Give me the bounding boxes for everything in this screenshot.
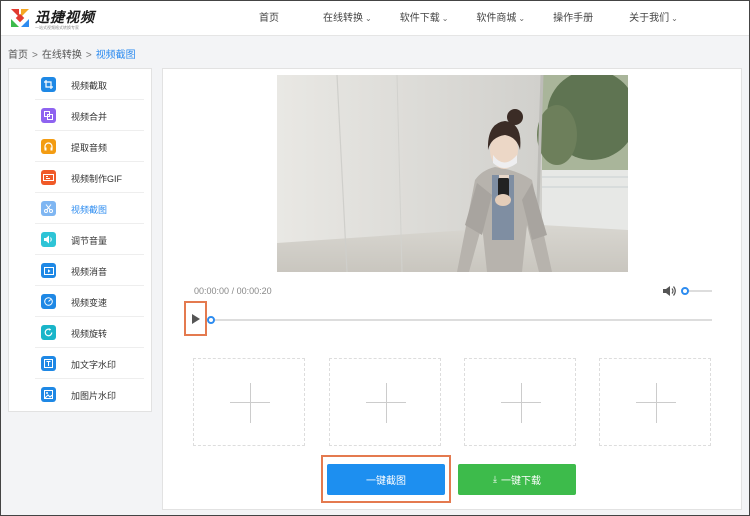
scissors-icon	[41, 201, 56, 216]
screenshot-slot[interactable]	[329, 358, 441, 446]
seek-bar[interactable]	[211, 319, 712, 321]
sidebar-item-label: 提取音频	[71, 143, 108, 153]
sidebar-item-video-trim[interactable]: 视频截取	[9, 69, 152, 100]
nav-item-about[interactable]: 关于我们 ⌄	[629, 1, 678, 36]
volume-icon	[41, 232, 56, 247]
gif-icon	[41, 170, 56, 185]
nav-label: 软件商城	[476, 13, 517, 24]
breadcrumb-home[interactable]: 首页	[8, 50, 28, 61]
sidebar-item-make-gif[interactable]: 视频制作GIF	[9, 162, 152, 193]
sidebar-item-mute-video[interactable]: 视频消音	[9, 255, 152, 286]
brand-name: 迅捷视频	[35, 9, 95, 25]
sidebar-item-label: 调节音量	[71, 236, 108, 246]
nav-label: 操作手册	[553, 13, 594, 24]
sidebar-item-video-merge[interactable]: 视频合并	[9, 100, 152, 131]
play-icon[interactable]	[192, 314, 200, 324]
breadcrumb-current: 视频截图	[95, 50, 136, 61]
sidebar-item-label: 视频截取	[71, 81, 108, 91]
image-watermark-icon	[41, 387, 56, 402]
sidebar-item-label: 视频变速	[71, 298, 108, 308]
nav-item-software-download[interactable]: 软件下载 ⌄	[400, 1, 449, 36]
breadcrumb-separator: >	[32, 50, 38, 61]
sidebar-item-label: 视频消音	[71, 267, 108, 277]
brand-logo[interactable]: 迅捷视频 一站式视频格式转换专家	[9, 5, 129, 33]
sidebar-item-label: 视频旋转	[71, 329, 108, 339]
sidebar-item-adjust-volume[interactable]: 调节音量	[9, 224, 152, 255]
capture-button-label: 一键截图	[366, 476, 406, 487]
tool-sidebar: 视频截取 视频合并 提取音频 视频制作GIF 视频截图 调节音量 视频消音 视频…	[8, 68, 152, 412]
sidebar-item-text-watermark[interactable]: 加文字水印	[9, 348, 152, 379]
download-button-label: 一键下载	[500, 476, 541, 487]
time-separator: /	[231, 286, 235, 296]
nav-item-manual[interactable]: 操作手册	[553, 1, 593, 36]
sidebar-item-video-screenshot[interactable]: 视频截图	[9, 193, 152, 224]
screenshot-slot[interactable]	[599, 358, 711, 446]
playback-time: 00:00:00 / 00:00:20	[194, 286, 272, 296]
nav-label: 在线转换	[323, 13, 363, 24]
seek-handle[interactable]	[207, 316, 215, 324]
chevron-down-icon: ⌄	[518, 14, 526, 23]
top-nav-bar: 迅捷视频 一站式视频格式转换专家 首页 在线转换 ⌄ 软件下载 ⌄ 软件商城 ⌄ 操作…	[1, 1, 749, 36]
screenshot-slot[interactable]	[193, 358, 305, 446]
chevron-down-icon: ⌄	[441, 14, 449, 23]
sidebar-item-video-speed[interactable]: 视频变速	[9, 286, 152, 317]
plus-icon	[386, 383, 387, 423]
nav-item-software-store[interactable]: 软件商城 ⌄	[476, 1, 525, 36]
chevron-down-icon: ⌄	[671, 14, 678, 23]
breadcrumb-separator: >	[85, 50, 92, 61]
sidebar-item-image-watermark[interactable]: 加图片水印	[9, 379, 152, 410]
speedometer-icon	[41, 294, 56, 309]
download-button[interactable]: ⤓ 一键下载	[458, 464, 576, 495]
total-duration: 00:00:20	[236, 286, 272, 296]
download-icon: ⤓	[493, 474, 497, 484]
nav-item-online-convert[interactable]: 在线转换 ⌄	[323, 1, 372, 36]
breadcrumb: 首页 > 在线转换 > 视频截图	[8, 46, 136, 61]
capture-button[interactable]: 一键截图	[327, 464, 445, 495]
main-nav: 首页 在线转换 ⌄ 软件下载 ⌄ 软件商城 ⌄ 操作手册 关于我们 ⌄	[259, 1, 678, 36]
sidebar-item-label: 加图片水印	[71, 391, 117, 401]
nav-label: 首页	[259, 13, 279, 24]
volume-slider-handle[interactable]	[681, 287, 689, 295]
sidebar-item-extract-audio[interactable]: 提取音频	[9, 131, 152, 162]
mute-video-icon	[41, 263, 56, 278]
video-preview[interactable]	[277, 75, 628, 272]
headphones-icon	[41, 139, 56, 154]
plus-icon	[656, 383, 657, 423]
text-watermark-icon	[41, 356, 56, 371]
plus-icon	[250, 383, 251, 423]
logo-icon	[11, 9, 29, 27]
volume-icon[interactable]	[663, 285, 677, 297]
breadcrumb-section[interactable]: 在线转换	[42, 50, 82, 61]
merge-icon	[41, 108, 56, 123]
nav-label: 软件下载	[399, 13, 440, 24]
sidebar-item-label: 加文字水印	[71, 360, 117, 370]
sidebar-item-label: 视频制作GIF	[71, 174, 122, 184]
screenshot-slot[interactable]	[464, 358, 576, 446]
crop-icon	[41, 77, 56, 92]
sidebar-item-video-rotate[interactable]: 视频旋转	[9, 317, 152, 348]
plus-icon	[521, 383, 522, 423]
nav-label: 关于我们	[629, 13, 670, 24]
chevron-down-icon: ⌄	[365, 14, 372, 23]
nav-item-home[interactable]: 首页	[259, 1, 279, 36]
rotate-icon	[41, 325, 56, 340]
sidebar-item-label: 视频合并	[71, 112, 108, 122]
current-time: 00:00:00	[194, 286, 230, 296]
brand-tagline: 一站式视频格式转换专家	[35, 25, 79, 30]
sidebar-item-label: 视频截图	[71, 205, 108, 215]
